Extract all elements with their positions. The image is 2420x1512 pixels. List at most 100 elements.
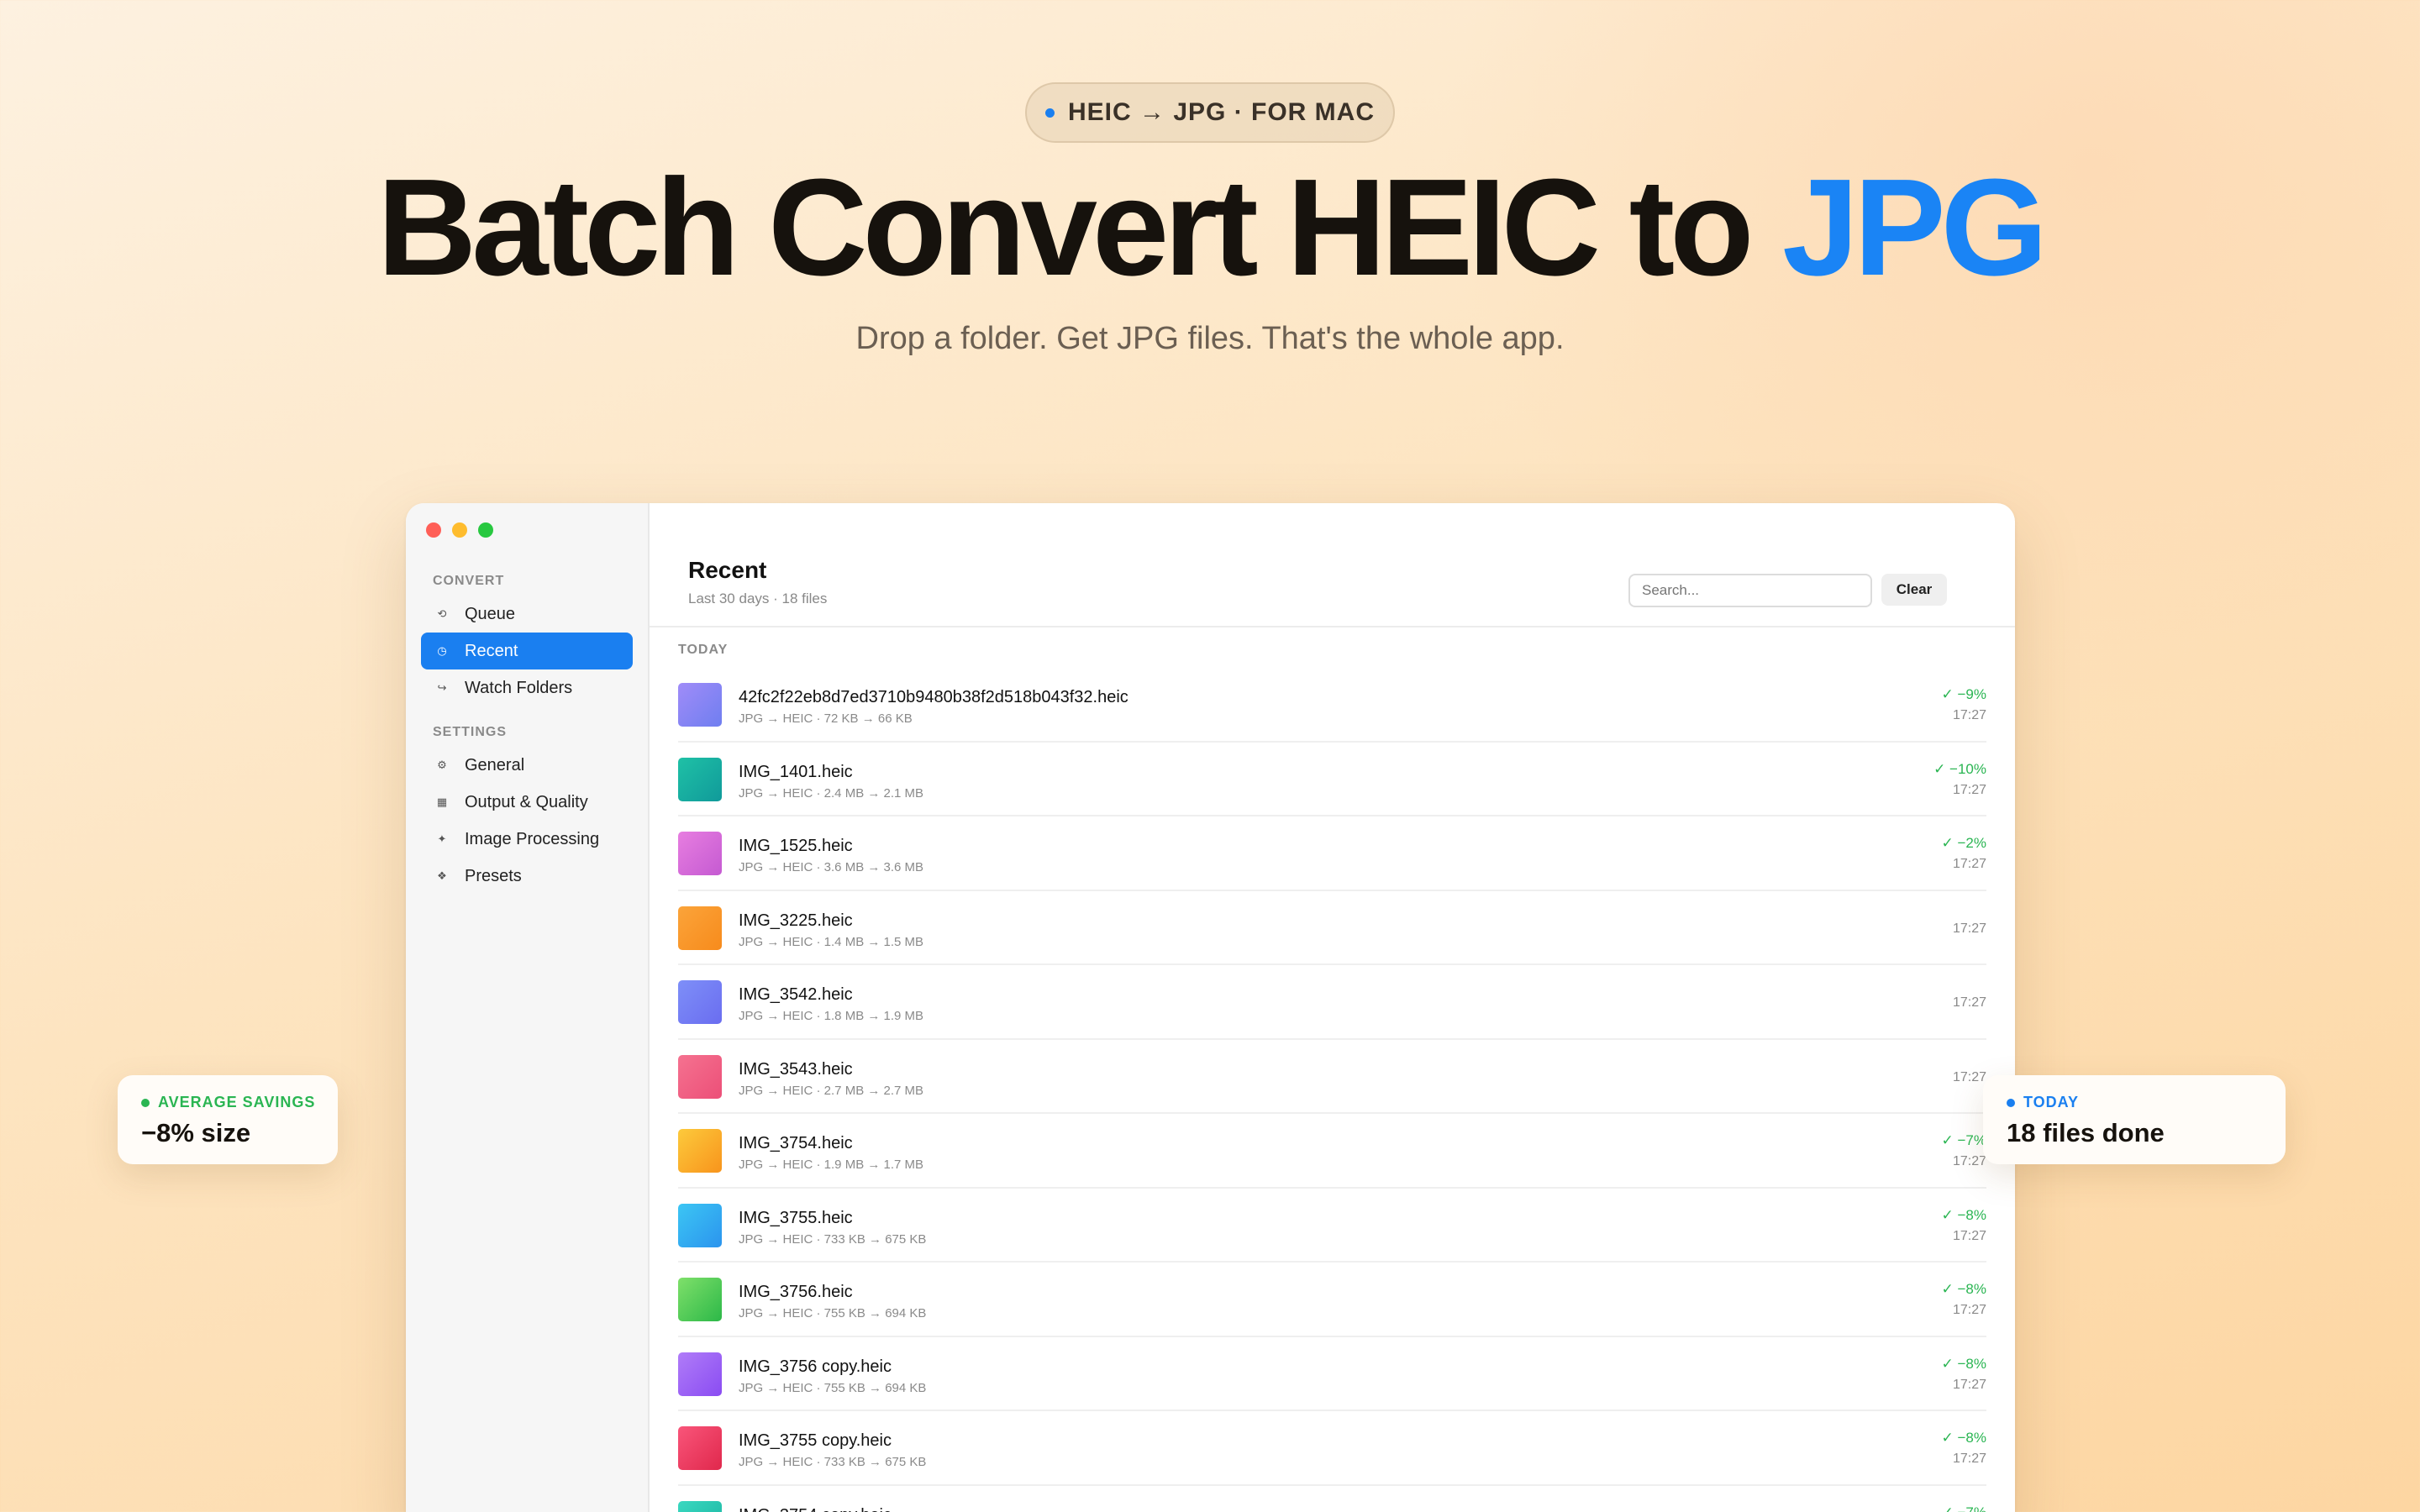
sidebar-item-label: Queue bbox=[465, 604, 516, 623]
savings-badge: ✓ −9% bbox=[1941, 686, 1986, 702]
sidebar-item-label: Presets bbox=[465, 866, 522, 885]
average-savings-card: AVERAGE SAVINGS −8% size bbox=[118, 1075, 338, 1164]
file-time: 17:27 bbox=[1952, 1154, 1986, 1168]
file-thumbnail bbox=[678, 1500, 722, 1512]
page-title: Recent bbox=[688, 557, 767, 583]
file-thumbnail bbox=[678, 832, 722, 875]
file-row[interactable]: IMG_3542.heic JPG → HEIC · 1.8 MB → 1.9 M… bbox=[678, 965, 1986, 1040]
day-group-label: TODAY bbox=[678, 643, 729, 657]
file-row[interactable]: IMG_3755 copy.heic JPG → HEIC · 733 KB → … bbox=[678, 1411, 1986, 1486]
file-thumbnail bbox=[678, 757, 722, 801]
average-savings-value: −8% size bbox=[141, 1118, 251, 1147]
file-time: 17:27 bbox=[1952, 857, 1986, 871]
file-row[interactable]: IMG_1525.heic JPG → HEIC · 3.6 MB → 3.6 M… bbox=[678, 816, 1986, 891]
average-savings-label-text: AVERAGE SAVINGS bbox=[158, 1094, 316, 1110]
file-name: IMG_3754 copy.heic bbox=[739, 1506, 892, 1512]
main-header: Recent Last 30 days · 18 files Clear bbox=[650, 503, 2015, 627]
convert-section-label: CONVERT bbox=[433, 574, 505, 588]
file-time: 17:27 bbox=[1952, 1303, 1986, 1317]
convert-group: CONVERT ⟲ Queue ◷ Recent ↪ Watch Folders bbox=[406, 574, 648, 706]
sidebar-item-label: Watch Folders bbox=[465, 678, 573, 697]
savings-badge: ✓ −7% bbox=[1941, 1132, 1986, 1148]
settings-group: SETTINGS ⚙ General ▦ Output & Quality ✦ … bbox=[406, 725, 648, 895]
savings-badge: ✓ −8% bbox=[1941, 1355, 1986, 1372]
file-name: IMG_3755 copy.heic bbox=[739, 1431, 892, 1450]
average-savings-label: AVERAGE SAVINGS bbox=[141, 1094, 338, 1111]
file-row[interactable]: IMG_3756.heic JPG → HEIC · 755 KB → 694 K… bbox=[678, 1263, 1986, 1337]
file-name: IMG_3542.heic bbox=[739, 985, 853, 1004]
file-meta: JPG → HEIC · 1.8 MB → 1.9 MB bbox=[739, 1009, 924, 1023]
clear-button[interactable]: Clear bbox=[1881, 574, 1947, 606]
file-thumbnail bbox=[678, 683, 722, 727]
page-meta: Last 30 days · 18 files bbox=[688, 591, 828, 606]
app-window: CONVERT ⟲ Queue ◷ Recent ↪ Watch Folders… bbox=[406, 503, 2015, 1512]
file-row[interactable]: IMG_3756 copy.heic JPG → HEIC · 755 KB → … bbox=[678, 1337, 1986, 1411]
file-thumbnail bbox=[678, 1054, 722, 1099]
file-time: 17:27 bbox=[1952, 1377, 1986, 1392]
file-meta: JPG → HEIC · 733 KB → 675 KB bbox=[739, 1455, 927, 1469]
file-row[interactable]: IMG_3755.heic JPG → HEIC · 733 KB → 675 K… bbox=[678, 1189, 1986, 1263]
sidebar-item-presets[interactable]: ❖ Presets bbox=[421, 858, 633, 895]
gear-icon: ⚙ bbox=[437, 759, 447, 771]
platform-badge: HEIC → JPG · FOR MAC bbox=[1025, 82, 1395, 143]
file-name: IMG_3543.heic bbox=[739, 1059, 853, 1079]
file-meta: JPG → HEIC · 733 KB → 675 KB bbox=[739, 1231, 927, 1247]
file-name: IMG_3755.heic bbox=[739, 1208, 853, 1227]
file-name: 42fc2f22eb8d7ed3710b9480b38f2d518b043f32… bbox=[739, 688, 1128, 706]
file-name: IMG_3756.heic bbox=[739, 1283, 853, 1301]
clock-icon: ◷ bbox=[437, 644, 447, 657]
sidebar-item-recent[interactable]: ◷ Recent bbox=[421, 633, 633, 669]
badge-text: HEIC → JPG · FOR MAC bbox=[1067, 98, 1375, 126]
close-window-button[interactable] bbox=[426, 522, 441, 538]
file-row[interactable]: IMG_3225.heic JPG → HEIC · 1.4 MB → 1.5 M… bbox=[678, 891, 1986, 965]
zoom-window-button[interactable] bbox=[478, 522, 493, 538]
file-name: IMG_1401.heic bbox=[739, 762, 853, 781]
sidebar-item-watch-folders[interactable]: ↪ Watch Folders bbox=[421, 669, 633, 706]
file-time: 17:27 bbox=[1952, 782, 1986, 797]
queue-icon: ⟲ bbox=[437, 607, 447, 620]
file-row[interactable]: IMG_3543.heic JPG → HEIC · 2.7 MB → 2.7 M… bbox=[678, 1040, 1986, 1114]
presets-icon: ❖ bbox=[437, 869, 447, 882]
settings-section-label: SETTINGS bbox=[433, 725, 508, 739]
search-input[interactable] bbox=[1628, 574, 1872, 607]
main-content: Recent Last 30 days · 18 files Clear TOD… bbox=[650, 503, 2015, 1512]
file-thumbnail bbox=[678, 1129, 722, 1173]
file-name: IMG_3225.heic bbox=[739, 911, 853, 930]
file-meta: JPG → HEIC · 755 KB → 694 KB bbox=[739, 1380, 927, 1395]
file-row[interactable]: IMG_3754 copy.heic ✓ −7% bbox=[678, 1486, 1986, 1512]
file-meta: JPG → HEIC · 2.4 MB → 2.1 MB bbox=[739, 785, 924, 801]
savings-badge: ✓ −8% bbox=[1941, 1206, 1986, 1223]
sidebar-item-output-quality[interactable]: ▦ Output & Quality bbox=[421, 784, 633, 821]
file-time: 17:27 bbox=[1952, 995, 1986, 1010]
file-thumbnail bbox=[678, 1278, 722, 1321]
sidebar-item-image-processing[interactable]: ✦ Image Processing bbox=[421, 821, 633, 858]
hero-title-accent: JPG bbox=[1782, 150, 2048, 304]
today-value: 18 files done bbox=[2007, 1118, 2165, 1147]
file-time: 17:27 bbox=[1952, 1228, 1986, 1243]
file-name: IMG_1525.heic bbox=[739, 837, 853, 855]
file-name: IMG_3756 copy.heic bbox=[739, 1357, 892, 1376]
file-row[interactable]: 42fc2f22eb8d7ed3710b9480b38f2d518b043f32… bbox=[678, 668, 1986, 743]
file-thumbnail bbox=[678, 980, 722, 1024]
savings-badge: ✓ −8% bbox=[1941, 1281, 1986, 1297]
file-time: 17:27 bbox=[1952, 708, 1986, 722]
file-time: 17:27 bbox=[1952, 1452, 1986, 1466]
hero-title: Batch Convert HEIC to JPG bbox=[0, 155, 2420, 300]
file-meta: JPG → HEIC · 755 KB → 694 KB bbox=[739, 1306, 927, 1320]
savings-badge: ✓ −8% bbox=[1941, 1430, 1986, 1446]
file-meta: JPG → HEIC · 3.6 MB → 3.6 MB bbox=[739, 860, 924, 874]
sidebar-item-general[interactable]: ⚙ General bbox=[421, 747, 633, 784]
file-row[interactable]: IMG_1401.heic JPG → HEIC · 2.4 MB → 2.1 M… bbox=[678, 743, 1986, 816]
watch-arrow-icon: ↪ bbox=[437, 681, 447, 694]
file-row[interactable]: IMG_3754.heic JPG → HEIC · 1.9 MB → 1.7 M… bbox=[678, 1114, 1986, 1189]
file-thumbnail bbox=[678, 1352, 722, 1396]
file-time: 17:27 bbox=[1952, 1069, 1986, 1084]
green-dot-icon bbox=[141, 1098, 150, 1107]
minimize-window-button[interactable] bbox=[452, 522, 467, 538]
sidebar-item-label: General bbox=[465, 755, 525, 774]
file-thumbnail bbox=[678, 1426, 722, 1470]
sidebar-item-queue[interactable]: ⟲ Queue bbox=[421, 596, 633, 633]
savings-badge: ✓ −10% bbox=[1933, 760, 1986, 777]
sidebar-item-label: Recent bbox=[465, 641, 518, 660]
file-thumbnail bbox=[678, 1203, 722, 1247]
